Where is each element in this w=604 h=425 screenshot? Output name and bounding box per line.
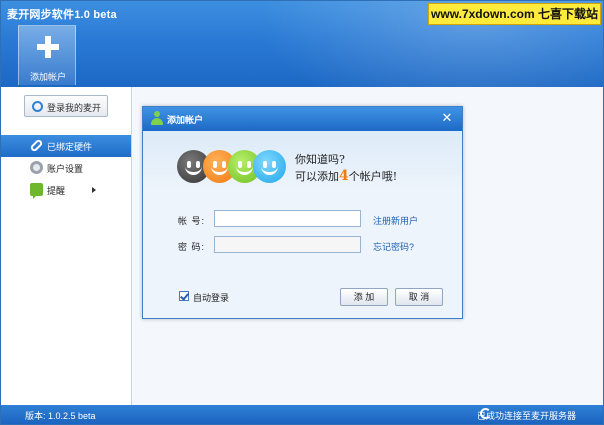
connection-status: 已成功连接至麦开服务器 — [476, 411, 576, 421]
plus-icon — [37, 36, 59, 58]
chevron-right-icon — [92, 187, 96, 193]
gear-icon — [30, 161, 43, 174]
login-button[interactable]: 登录我的麦开 — [24, 95, 108, 117]
dialog-titlebar: 添加帐户 ✕ — [143, 107, 462, 131]
banner-text-line1: 你知道吗? — [295, 153, 345, 166]
app-window: 麦开网步软件1.0 beta 添加帐户 www.7xdown.com 七喜下载站… — [0, 0, 604, 425]
version-text: 版本: 1.0.2.5 beta — [25, 411, 96, 421]
ie-icon — [32, 101, 43, 112]
close-button[interactable]: ✕ — [440, 110, 454, 126]
auto-login-checkbox[interactable] — [179, 291, 189, 301]
add-account-dialog: 添加帐户 ✕ 你知道吗? 可以添加4个帐户哦! 帐 号: 注册新用户 密 码: … — [142, 106, 463, 319]
dialog-banner: 你知道吗? 可以添加4个帐户哦! — [143, 131, 462, 194]
forgot-password-link[interactable]: 忘记密码? — [373, 240, 414, 253]
sidebar: 登录我的麦开 已绑定硬件 账户设置 提醒 — [1, 87, 132, 405]
login-button-label: 登录我的麦开 — [47, 103, 102, 113]
status-bar: 版本: 1.0.2.5 beta 已成功连接至麦开服务器 — [1, 405, 603, 424]
watermark-banner: www.7xdown.com 七喜下载站 — [428, 3, 601, 25]
password-input[interactable] — [214, 236, 361, 253]
dialog-title: 添加帐户 — [167, 115, 204, 125]
account-input[interactable] — [214, 210, 361, 227]
user-icon — [151, 111, 163, 126]
sidebar-item-label: 已绑定硬件 — [47, 142, 93, 152]
password-label: 密 码: — [178, 242, 206, 252]
add-button[interactable]: 添 加 — [340, 288, 388, 306]
banner-text-line2: 可以添加4个帐户哦! — [295, 168, 398, 184]
app-title: 麦开网步软件1.0 beta — [7, 9, 117, 21]
sidebar-item-label: 账户设置 — [47, 164, 84, 174]
add-account-tile[interactable]: 添加帐户 — [18, 25, 76, 85]
chat-icon — [30, 183, 43, 199]
sidebar-item-label: 提醒 — [47, 186, 66, 196]
auto-login-label: 自动登录 — [193, 293, 230, 303]
register-link[interactable]: 注册新用户 — [373, 214, 418, 227]
sidebar-item-bound-hardware[interactable]: 已绑定硬件 — [1, 135, 131, 157]
paperclip-icon — [29, 138, 44, 153]
smiley-face-icon — [253, 150, 286, 183]
cancel-button[interactable]: 取 消 — [395, 288, 443, 306]
add-account-tile-label: 添加帐户 — [29, 72, 66, 82]
sidebar-item-reminders[interactable]: 提醒 — [1, 179, 131, 201]
watermark-text: www.7xdown.com 七喜下载站 — [429, 4, 600, 24]
sidebar-item-account-settings[interactable]: 账户设置 — [1, 157, 131, 179]
account-label: 帐 号: — [178, 216, 206, 226]
